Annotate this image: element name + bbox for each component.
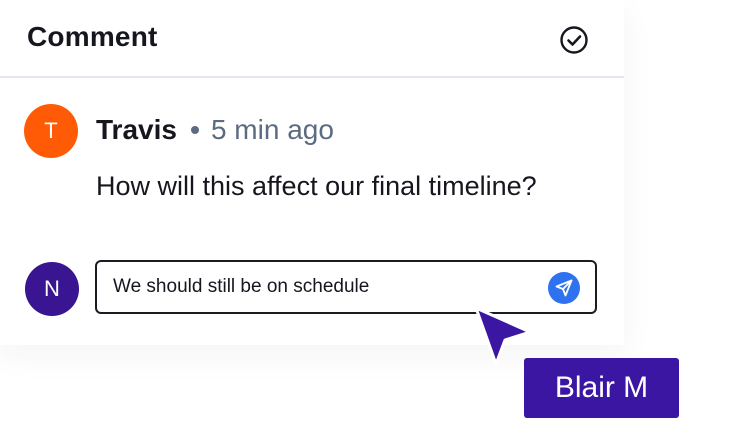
comment-header: Comment xyxy=(0,0,624,78)
comment-author: Travis xyxy=(96,114,177,145)
avatar-initial: T xyxy=(44,118,58,143)
dot-icon xyxy=(190,126,199,134)
stage: Comment T Travis 5 min ago How will this… xyxy=(0,0,756,421)
send-button[interactable] xyxy=(548,272,580,304)
collaborator-name-tag: Blair M xyxy=(524,358,679,418)
reply-avatar: N xyxy=(25,262,79,316)
send-icon xyxy=(555,279,573,297)
avatar: T xyxy=(24,104,78,158)
comment-text: How will this affect our final timeline? xyxy=(96,171,537,201)
resolve-button[interactable] xyxy=(558,24,590,56)
comment-card: Comment T Travis 5 min ago How will this… xyxy=(0,0,624,345)
avatar-initial: N xyxy=(44,276,60,301)
reply-input[interactable] xyxy=(113,262,533,312)
comment-timestamp: 5 min ago xyxy=(210,114,334,145)
comment-title: Comment xyxy=(27,21,158,52)
comment-meta: Travis 5 min ago xyxy=(96,114,334,146)
check-circle-icon xyxy=(560,26,588,54)
